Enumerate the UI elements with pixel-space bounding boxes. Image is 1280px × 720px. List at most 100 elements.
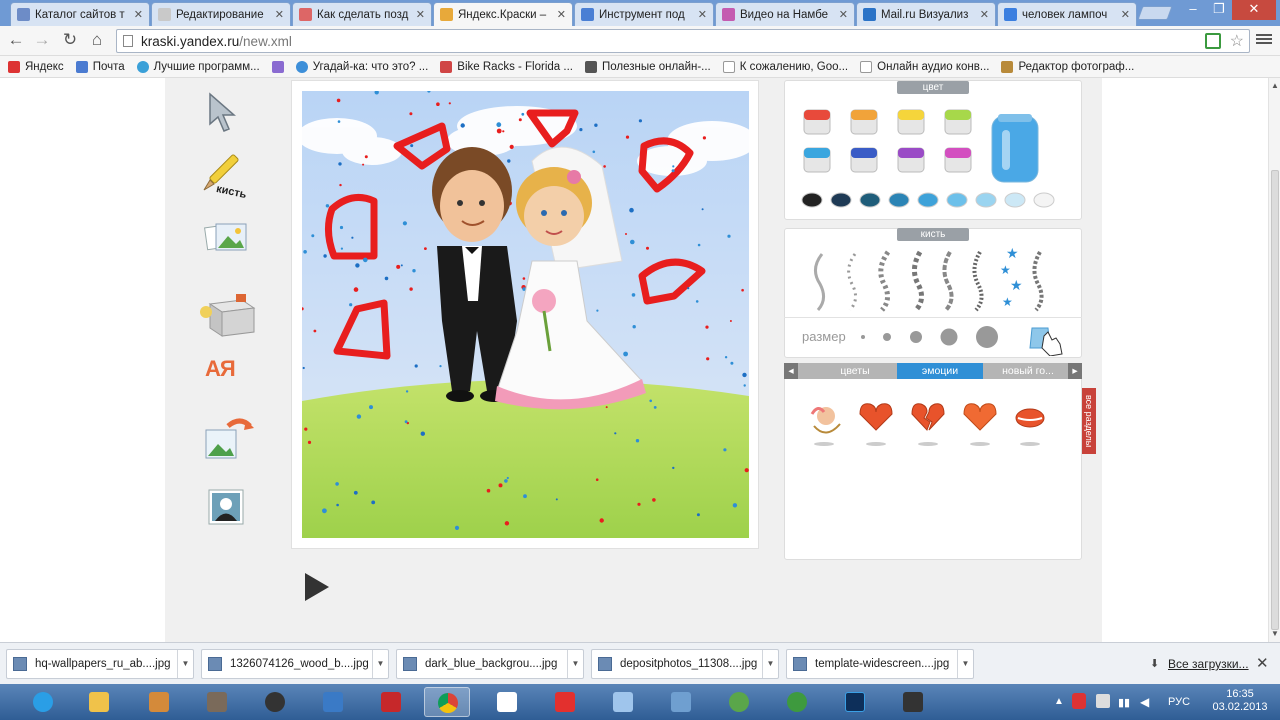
network-icon[interactable]: [1096, 694, 1110, 708]
volume-icon[interactable]: ◀: [1140, 695, 1149, 709]
forward-button[interactable]: →: [31, 30, 53, 52]
keyboard-language[interactable]: РУС: [1168, 696, 1190, 708]
stamps-next-button[interactable]: ▸: [1068, 363, 1082, 379]
taskbar-app[interactable]: [368, 687, 414, 717]
bookmark-item[interactable]: Bike Racks - Florida ...: [440, 60, 573, 73]
signal-icon[interactable]: ▮▮: [1118, 696, 1130, 709]
color-drop-5[interactable]: [917, 192, 939, 208]
taskbar-photoshop[interactable]: [832, 687, 878, 717]
brush-size-s[interactable]: [883, 333, 891, 341]
paint-bucket-7[interactable]: [897, 147, 925, 173]
taskbar-app[interactable]: [136, 687, 182, 717]
wavy-heart-stamp-icon[interactable]: [963, 403, 997, 446]
close-icon[interactable]: ✕: [134, 8, 143, 21]
images-tool-icon[interactable]: [202, 218, 252, 258]
taskbar-app[interactable]: [716, 687, 762, 717]
stamps-tab-new-year[interactable]: новый го...: [986, 363, 1070, 379]
taskbar-yandex[interactable]: [542, 687, 588, 717]
taskbar-app[interactable]: [252, 687, 298, 717]
paint-bucket-6[interactable]: [850, 147, 878, 173]
text-tool-icon[interactable]: АЯ: [205, 356, 255, 392]
bookmark-item[interactable]: К сожалению, Goo...: [722, 60, 848, 73]
download-item[interactable]: 1326074126_wood_b....jpg ▼: [201, 649, 389, 679]
close-icon[interactable]: ✕: [557, 8, 566, 21]
chevron-down-icon[interactable]: ▼: [567, 650, 583, 678]
taskbar-app[interactable]: [658, 687, 704, 717]
color-drop-4[interactable]: [888, 192, 910, 208]
brush-style-solid[interactable]: [814, 253, 825, 312]
close-icon[interactable]: ✕: [416, 8, 425, 21]
antivirus-icon[interactable]: [1072, 693, 1086, 709]
tab-tool[interactable]: Инструмент под ✕: [574, 2, 714, 26]
brush-style-stars[interactable]: ★ ★ ★ ★: [1000, 246, 1023, 309]
color-drop-1[interactable]: [801, 192, 823, 208]
tab-catalog[interactable]: Каталог сайтов т ✕: [10, 2, 150, 26]
page-scrollbar[interactable]: ▲ ▼: [1268, 78, 1280, 642]
bookmark-item[interactable]: [271, 60, 284, 73]
clock[interactable]: 16:35 03.02.2013: [1210, 688, 1270, 714]
brush-style-leaves[interactable]: [1032, 250, 1044, 312]
tray-expand-icon[interactable]: ▲: [1054, 696, 1064, 707]
stamps-tab-flowers[interactable]: цветы: [814, 363, 896, 379]
pointer-tool-icon[interactable]: [200, 90, 250, 136]
brush-size-m[interactable]: [910, 331, 922, 343]
drawing-canvas[interactable]: [302, 91, 749, 538]
play-button[interactable]: [305, 573, 329, 601]
brush-style-dotted[interactable]: [847, 253, 857, 312]
color-drop-9[interactable]: [1033, 192, 1055, 208]
taskbar-app[interactable]: [890, 687, 936, 717]
scroll-down-icon[interactable]: ▼: [1271, 629, 1279, 638]
taskbar-app[interactable]: [484, 687, 530, 717]
lips-stamp-icon[interactable]: [1015, 408, 1045, 446]
bookmark-item[interactable]: Угадай-ка: что это? ...: [295, 60, 428, 73]
paint-bucket-4[interactable]: [944, 109, 972, 135]
scroll-up-icon[interactable]: ▲: [1271, 81, 1279, 90]
taskbar-explorer[interactable]: [76, 687, 122, 717]
chevron-down-icon[interactable]: ▼: [372, 650, 388, 678]
extension-icon[interactable]: [1205, 33, 1221, 49]
bookmark-item[interactable]: Почта: [75, 60, 125, 73]
brush-style-beads[interactable]: [912, 250, 924, 312]
taskbar-app[interactable]: [194, 687, 240, 717]
color-drop-8[interactable]: [1004, 192, 1026, 208]
brush-style-pearls[interactable]: [972, 250, 984, 312]
bookmark-item[interactable]: Редактор фотограф...: [1001, 60, 1134, 73]
cupid-stamp-icon[interactable]: [810, 407, 841, 446]
chevron-down-icon[interactable]: ▼: [957, 650, 973, 678]
brush-style-flowers[interactable]: [878, 250, 891, 312]
tab-video[interactable]: Видео на Намбе ✕: [715, 2, 855, 26]
tab-how-to[interactable]: Как сделать позд ✕: [292, 2, 432, 26]
heart-stamp-icon[interactable]: [859, 403, 893, 446]
photo-rotate-tool-icon[interactable]: [202, 412, 256, 462]
bookmark-item[interactable]: Яндекс: [8, 60, 64, 73]
stamp-box-tool-icon[interactable]: [196, 290, 260, 338]
brush-style-chain[interactable]: [942, 250, 954, 312]
bookmark-item[interactable]: Онлайн аудио конв...: [860, 60, 989, 73]
download-item[interactable]: hq-wallpapers_ru_ab....jpg ▼: [6, 649, 194, 679]
stamps-prev-button[interactable]: ◂: [784, 363, 798, 379]
color-drop-6[interactable]: [946, 192, 968, 208]
portrait-tool-icon[interactable]: [205, 488, 251, 528]
download-item[interactable]: depositphotos_11308....jpg ▼: [591, 649, 779, 679]
minimize-button[interactable]: –: [1180, 0, 1206, 20]
color-drop-7[interactable]: [975, 192, 997, 208]
start-button[interactable]: [20, 687, 66, 717]
download-item[interactable]: dark_blue_backgrou....jpg ▼: [396, 649, 584, 679]
color-drop-3[interactable]: [859, 192, 881, 208]
close-icon[interactable]: ✕: [1121, 8, 1130, 21]
close-icon[interactable]: ✕: [275, 8, 284, 21]
scroll-thumb[interactable]: [1271, 170, 1279, 630]
paint-bucket-3[interactable]: [897, 109, 925, 135]
taskbar-chrome[interactable]: [424, 687, 470, 717]
tab-editing[interactable]: Редактирование ✕: [151, 2, 291, 26]
bookmark-item[interactable]: Полезные онлайн-...: [584, 60, 711, 73]
close-window-button[interactable]: ✕: [1232, 0, 1276, 20]
home-button[interactable]: ⌂: [86, 30, 108, 52]
brush-size-xl[interactable]: [976, 326, 998, 348]
broken-heart-stamp-icon[interactable]: [911, 403, 945, 446]
tab-yandex-kraski[interactable]: Яндекс.Краски – ✕: [433, 2, 573, 26]
tab-search[interactable]: человек лампоч ✕: [997, 2, 1137, 26]
new-tab-button[interactable]: [1137, 6, 1173, 20]
paint-bucket-8[interactable]: [944, 147, 972, 173]
back-button[interactable]: ←: [5, 30, 27, 52]
